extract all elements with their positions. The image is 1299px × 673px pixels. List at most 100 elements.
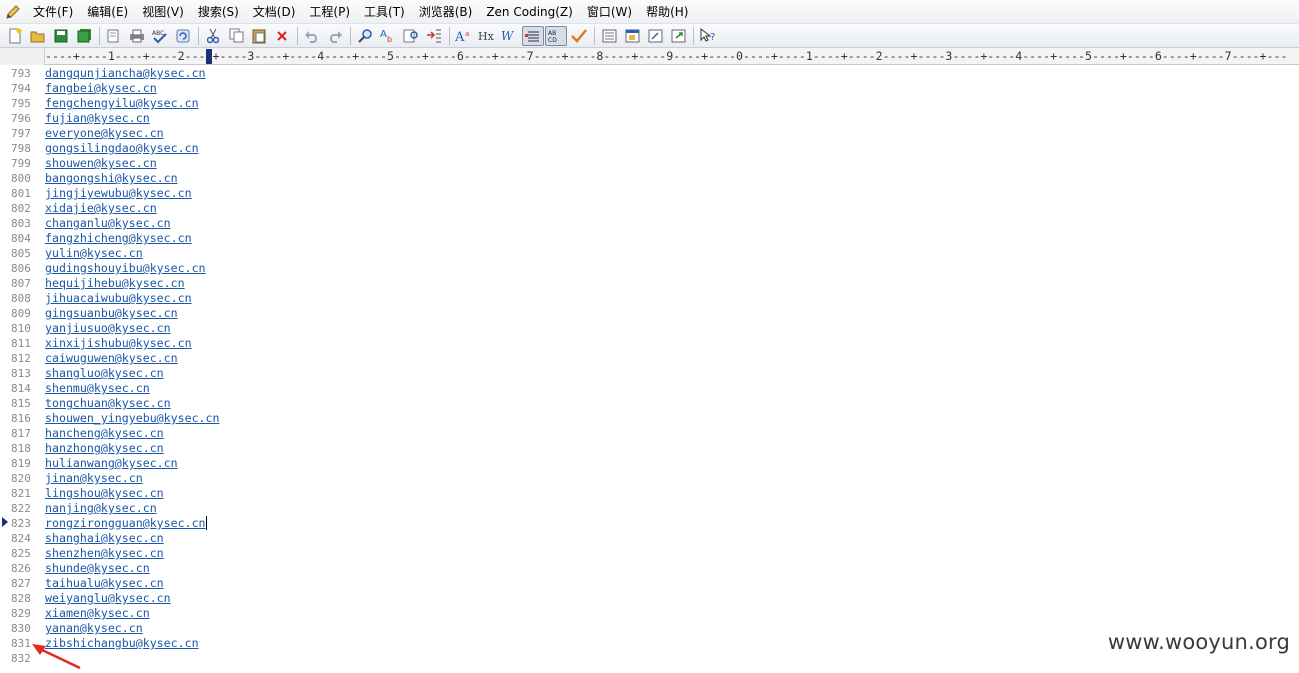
email-link[interactable]: tongchuan@kysec.cn	[45, 396, 171, 411]
line-number: 798	[11, 142, 31, 155]
email-link[interactable]: weiyanglu@kysec.cn	[45, 591, 171, 606]
heading-icon[interactable]: Hx	[476, 26, 498, 46]
save-icon[interactable]	[50, 26, 72, 46]
menu-search[interactable]: 搜索(S)	[191, 2, 246, 22]
email-link[interactable]: gudingshouyibu@kysec.cn	[45, 261, 206, 276]
line-number: 822	[11, 502, 31, 515]
menu-zen-coding[interactable]: Zen Coding(Z)	[479, 2, 580, 22]
email-link[interactable]: shouwen_yingyebu@kysec.cn	[45, 411, 220, 426]
line-number: 823	[11, 517, 31, 530]
email-link[interactable]: xiamen@kysec.cn	[45, 606, 150, 621]
svg-text:A: A	[380, 29, 387, 40]
new-file-icon[interactable]	[4, 26, 26, 46]
email-link[interactable]: dangqunjiancha@kysec.cn	[45, 66, 206, 81]
column-ruler[interactable]: ----+----1----+----2----+----3----+----4…	[45, 48, 1299, 65]
menu-help[interactable]: 帮助(H)	[639, 2, 695, 22]
document-list-icon[interactable]	[598, 26, 620, 46]
redo-icon[interactable]	[324, 26, 346, 46]
email-link[interactable]: yanjiusuo@kysec.cn	[45, 321, 171, 336]
menu-bar: 文件(F) 编辑(E) 视图(V) 搜索(S) 文档(D) 工程(P) 工具(T…	[0, 0, 1299, 24]
spellcheck-icon[interactable]: ABC	[149, 26, 171, 46]
toolbar-separator	[99, 26, 100, 45]
svg-text:a: a	[465, 30, 469, 38]
email-link[interactable]: caiwuguwen@kysec.cn	[45, 351, 178, 366]
email-link[interactable]: hanzhong@kysec.cn	[45, 441, 164, 456]
line-number: 795	[11, 97, 31, 110]
word-wrap-icon[interactable]: W	[499, 26, 521, 46]
email-link[interactable]: yulin@kysec.cn	[45, 246, 143, 261]
print-preview-icon[interactable]	[103, 26, 125, 46]
line-number: 827	[11, 577, 31, 590]
goto-line-icon[interactable]	[423, 26, 445, 46]
paste-icon[interactable]	[248, 26, 270, 46]
copy-icon[interactable]	[225, 26, 247, 46]
email-link[interactable]: shangluo@kysec.cn	[45, 366, 164, 381]
email-link[interactable]: shenmu@kysec.cn	[45, 381, 150, 396]
email-link[interactable]: jihuacaiwubu@kysec.cn	[45, 291, 192, 306]
email-link[interactable]: everyone@kysec.cn	[45, 126, 164, 141]
line-number: 796	[11, 112, 31, 125]
email-link[interactable]: bangongshi@kysec.cn	[45, 171, 178, 186]
save-all-icon[interactable]	[73, 26, 95, 46]
font-icon[interactable]: Aa	[453, 26, 475, 46]
email-link[interactable]: yanan@kysec.cn	[45, 621, 143, 636]
email-link[interactable]: hancheng@kysec.cn	[45, 426, 164, 441]
pencil-icon[interactable]	[0, 0, 26, 24]
refresh-icon[interactable]	[172, 26, 194, 46]
menu-browser[interactable]: 浏览器(B)	[412, 2, 480, 22]
menu-document[interactable]: 文档(D)	[246, 2, 303, 22]
email-link[interactable]: fujian@kysec.cn	[45, 111, 150, 126]
ruler-icon[interactable]: AB CD	[545, 25, 567, 46]
email-link[interactable]: xidajie@kysec.cn	[45, 201, 157, 216]
undo-icon[interactable]	[301, 26, 323, 46]
email-link[interactable]: hulianwang@kysec.cn	[45, 456, 178, 471]
email-link[interactable]: hequijihebu@kysec.cn	[45, 276, 185, 291]
delete-icon[interactable]	[271, 26, 293, 46]
window-icon[interactable]	[621, 26, 643, 46]
email-link[interactable]: fangbei@kysec.cn	[45, 81, 157, 96]
context-help-icon[interactable]: ?	[697, 26, 719, 46]
svg-text:CD: CD	[548, 37, 557, 43]
email-link[interactable]: shouwen@kysec.cn	[45, 156, 157, 171]
line-number: 819	[11, 457, 31, 470]
email-link[interactable]: jingjiyewubu@kysec.cn	[45, 186, 192, 201]
email-link[interactable]: xinxijishubu@kysec.cn	[45, 336, 192, 351]
email-link[interactable]: rongzirongguan@kysec.cn	[45, 516, 206, 531]
find-in-files-icon[interactable]	[400, 26, 422, 46]
email-link[interactable]: nanjing@kysec.cn	[45, 501, 157, 516]
line-numbers-icon[interactable]	[522, 25, 544, 46]
menu-tools[interactable]: 工具(T)	[357, 2, 412, 22]
checkmark-icon[interactable]	[568, 26, 590, 46]
email-link[interactable]: lingshou@kysec.cn	[45, 486, 164, 501]
email-link[interactable]: changanlu@kysec.cn	[45, 216, 171, 231]
line-number: 806	[11, 262, 31, 275]
svg-text:A: A	[455, 30, 465, 43]
email-link[interactable]: jinan@kysec.cn	[45, 471, 143, 486]
browser-preview-icon[interactable]	[667, 26, 689, 46]
email-link[interactable]: fangzhicheng@kysec.cn	[45, 231, 192, 246]
email-link[interactable]: gingsuanbu@kysec.cn	[45, 306, 178, 321]
menu-file[interactable]: 文件(F)	[26, 2, 80, 22]
email-link[interactable]: shanghai@kysec.cn	[45, 531, 164, 546]
email-link[interactable]: taihualu@kysec.cn	[45, 576, 164, 591]
email-link[interactable]: shunde@kysec.cn	[45, 561, 150, 576]
line-number: 816	[11, 412, 31, 425]
line-number: 825	[11, 547, 31, 560]
email-link[interactable]: fengchengyilu@kysec.cn	[45, 96, 199, 111]
cut-icon[interactable]	[202, 26, 224, 46]
open-folder-icon[interactable]	[27, 26, 49, 46]
find-icon[interactable]	[354, 26, 376, 46]
menu-project[interactable]: 工程(P)	[302, 2, 357, 22]
menu-view[interactable]: 视图(V)	[135, 2, 191, 22]
toolbar: ABC Ab Aa Hx W AB CD ?	[0, 24, 1299, 48]
email-link[interactable]: shenzhen@kysec.cn	[45, 546, 164, 561]
email-link[interactable]: gongsilingdao@kysec.cn	[45, 141, 199, 156]
line-number: 801	[11, 187, 31, 200]
output-window-icon[interactable]	[644, 26, 666, 46]
menu-window[interactable]: 窗口(W)	[580, 2, 639, 22]
replace-icon[interactable]: Ab	[377, 26, 399, 46]
line-number: 800	[11, 172, 31, 185]
svg-text:W: W	[501, 29, 515, 43]
print-icon[interactable]	[126, 26, 148, 46]
menu-edit[interactable]: 编辑(E)	[80, 2, 135, 22]
